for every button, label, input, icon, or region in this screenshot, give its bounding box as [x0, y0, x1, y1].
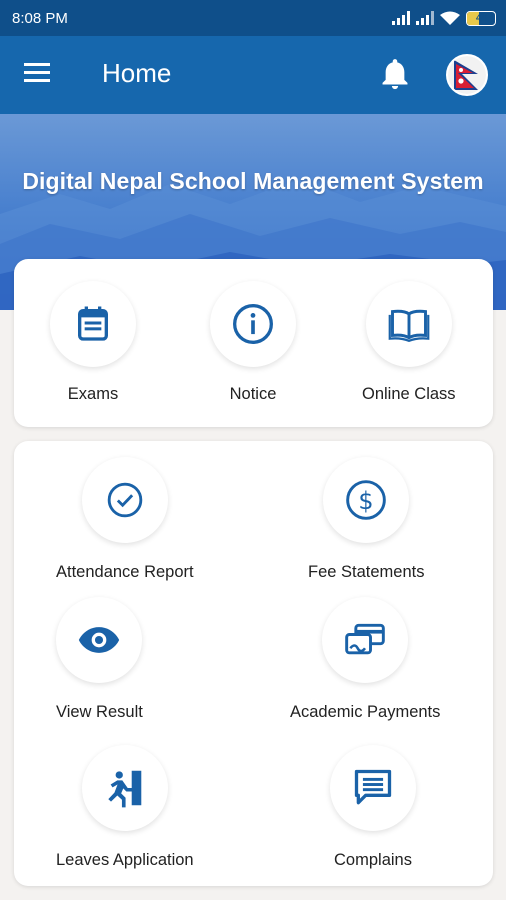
leaves-application-tile[interactable]: Leaves Application	[56, 745, 194, 870]
dollar-icon: $	[346, 480, 387, 520]
avatar[interactable]	[446, 54, 488, 96]
attendance-report-tile[interactable]: Attendance Report	[56, 457, 194, 582]
eye-icon	[79, 627, 120, 653]
chat-message-icon	[354, 769, 392, 805]
complains-button[interactable]	[330, 745, 416, 831]
online-class-tile[interactable]: Online Class	[362, 281, 456, 404]
exams-label: Exams	[67, 385, 119, 403]
attendance-report-label: Attendance Report	[56, 563, 194, 581]
check-circle-icon	[107, 482, 143, 518]
leaves-application-label: Leaves Application	[56, 851, 194, 869]
battery-level: 44	[475, 13, 486, 23]
battery-icon: 44	[466, 10, 496, 26]
wifi-icon	[440, 11, 460, 25]
academic-payments-tile[interactable]: Academic Payments	[290, 597, 440, 722]
exams-tile[interactable]: Exams	[50, 281, 136, 404]
status-bar: 8:08 PM 44	[0, 0, 506, 36]
complains-tile[interactable]: Complains	[330, 745, 416, 870]
signal-icon	[392, 11, 410, 25]
notice-label: Notice	[229, 385, 277, 403]
services-card: Attendance Report $ Fee Statements View …	[14, 441, 493, 886]
calendar-icon	[78, 306, 108, 341]
status-icons: 44	[392, 10, 496, 26]
app-bar: Home	[0, 36, 506, 114]
status-time: 8:08 PM	[12, 9, 68, 27]
complains-label: Complains	[334, 851, 412, 869]
payment-card-icon	[345, 623, 386, 655]
banner-title: Digital Nepal School Management System	[22, 168, 484, 194]
fee-statements-button[interactable]: $	[323, 457, 410, 543]
notice-button[interactable]	[210, 281, 296, 367]
bell-icon[interactable]	[378, 58, 412, 92]
academic-payments-button[interactable]	[322, 597, 409, 683]
exams-button[interactable]	[50, 281, 136, 367]
notice-tile[interactable]: Notice	[210, 281, 296, 404]
online-class-label: Online Class	[362, 385, 456, 403]
page-title: Home	[102, 58, 172, 88]
book-icon	[388, 309, 430, 343]
hamburger-menu-icon[interactable]	[22, 62, 56, 88]
fee-statements-tile[interactable]: $ Fee Statements	[308, 457, 424, 582]
view-result-button[interactable]	[56, 597, 143, 683]
signal-icon	[416, 11, 434, 25]
quick-access-card: Exams Notice Online Class	[14, 259, 493, 427]
leaves-application-button[interactable]	[81, 745, 168, 831]
info-icon	[233, 304, 273, 344]
online-class-button[interactable]	[365, 281, 452, 367]
exit-run-icon	[108, 770, 142, 808]
attendance-report-button[interactable]	[81, 457, 168, 543]
academic-payments-label: Academic Payments	[290, 703, 441, 721]
view-result-label: View Result	[56, 703, 143, 721]
svg-text:$: $	[359, 487, 374, 515]
fee-statements-label: Fee Statements	[308, 563, 425, 581]
view-result-tile[interactable]: View Result	[56, 597, 143, 722]
nepal-flag-icon	[448, 56, 486, 94]
